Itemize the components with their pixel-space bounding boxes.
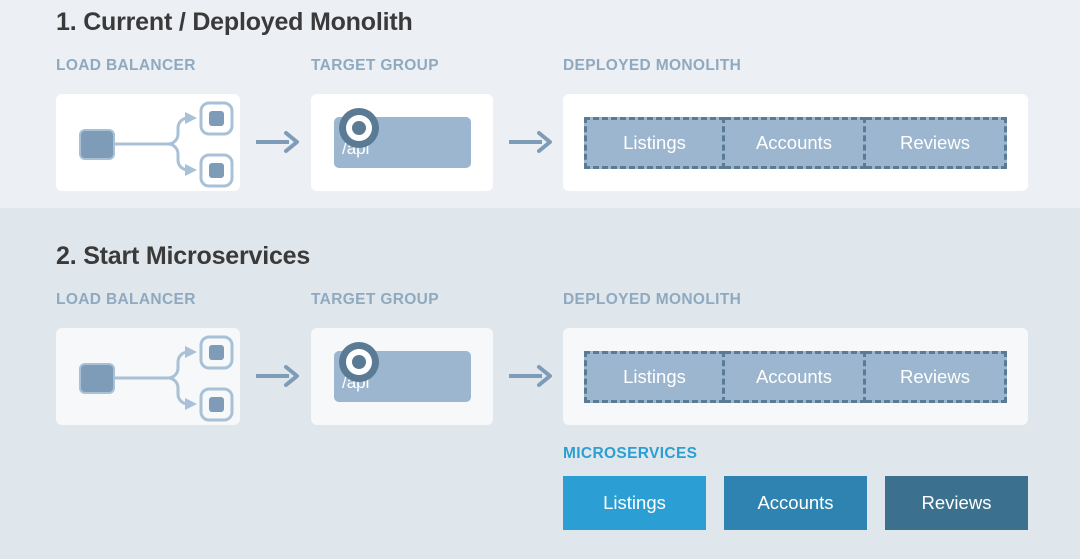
- step-2-title: 2. Start Microservices: [56, 242, 311, 270]
- arrow-right-icon: [256, 365, 299, 387]
- step-1-target-group-card[interactable]: /api: [311, 94, 493, 191]
- step-2-deployed-monolith-label: DEPLOYED MONOLITH: [563, 291, 742, 308]
- step-1-load-balancer-label: LOAD BALANCER: [56, 57, 196, 74]
- arrow-right-icon: [256, 131, 299, 153]
- step-2-arrow-tg-to-monolith: [509, 364, 553, 393]
- target-bullseye-icon: [339, 108, 379, 148]
- step-1-monolith-segment-reviews[interactable]: Reviews: [866, 117, 1007, 169]
- microservice-label-accounts: Accounts: [757, 492, 834, 513]
- step-2-arrow-lb-to-tg: [256, 364, 300, 393]
- diagram-canvas: 1. Current / Deployed Monolith LOAD BALA…: [0, 0, 1080, 559]
- step-1-deployed-monolith-card[interactable]: Listings Accounts Reviews: [563, 94, 1028, 191]
- step-2-monolith-segment-accounts[interactable]: Accounts: [725, 351, 866, 403]
- microservice-box-listings[interactable]: Listings: [563, 476, 706, 530]
- step-2-monolith-segment-reviews[interactable]: Reviews: [866, 351, 1007, 403]
- step-1-monolith-strip: Listings Accounts Reviews: [584, 117, 1007, 169]
- step-1-deployed-monolith-label: DEPLOYED MONOLITH: [563, 57, 742, 74]
- step-2-deployed-monolith-card[interactable]: Listings Accounts Reviews: [563, 328, 1028, 425]
- step-1-monolith-segment-listings[interactable]: Listings: [584, 117, 725, 169]
- step-1-target-group-label: TARGET GROUP: [311, 57, 439, 74]
- step-2-target-group-card[interactable]: /api: [311, 328, 493, 425]
- target-bullseye-icon: [339, 342, 379, 382]
- microservice-label-reviews: Reviews: [921, 492, 992, 513]
- load-balancer-icon: [79, 335, 234, 422]
- step-1-title: 1. Current / Deployed Monolith: [56, 8, 413, 36]
- step-2-panel: 2. Start Microservices LOAD BALANCER TAR…: [0, 208, 1080, 559]
- step-1-monolith-segment-accounts[interactable]: Accounts: [725, 117, 866, 169]
- microservice-box-accounts[interactable]: Accounts: [724, 476, 867, 530]
- step-1-load-balancer-card[interactable]: [56, 94, 240, 191]
- step-2-monolith-segment-listings[interactable]: Listings: [584, 351, 725, 403]
- arrow-right-icon: [509, 365, 552, 387]
- step-1-arrow-tg-to-monolith: [509, 130, 553, 159]
- step-2-load-balancer-card[interactable]: [56, 328, 240, 425]
- microservice-box-reviews[interactable]: Reviews: [885, 476, 1028, 530]
- step-2-monolith-strip: Listings Accounts Reviews: [584, 351, 1007, 403]
- step-2-target-group-label: TARGET GROUP: [311, 291, 439, 308]
- step-1-arrow-lb-to-tg: [256, 130, 300, 159]
- step-2-load-balancer-label: LOAD BALANCER: [56, 291, 196, 308]
- step-2-microservices-label: MICROSERVICES: [563, 445, 698, 462]
- arrow-right-icon: [509, 131, 552, 153]
- step-1-panel: 1. Current / Deployed Monolith LOAD BALA…: [0, 0, 1080, 208]
- microservice-label-listings: Listings: [603, 492, 666, 513]
- load-balancer-icon: [79, 101, 234, 188]
